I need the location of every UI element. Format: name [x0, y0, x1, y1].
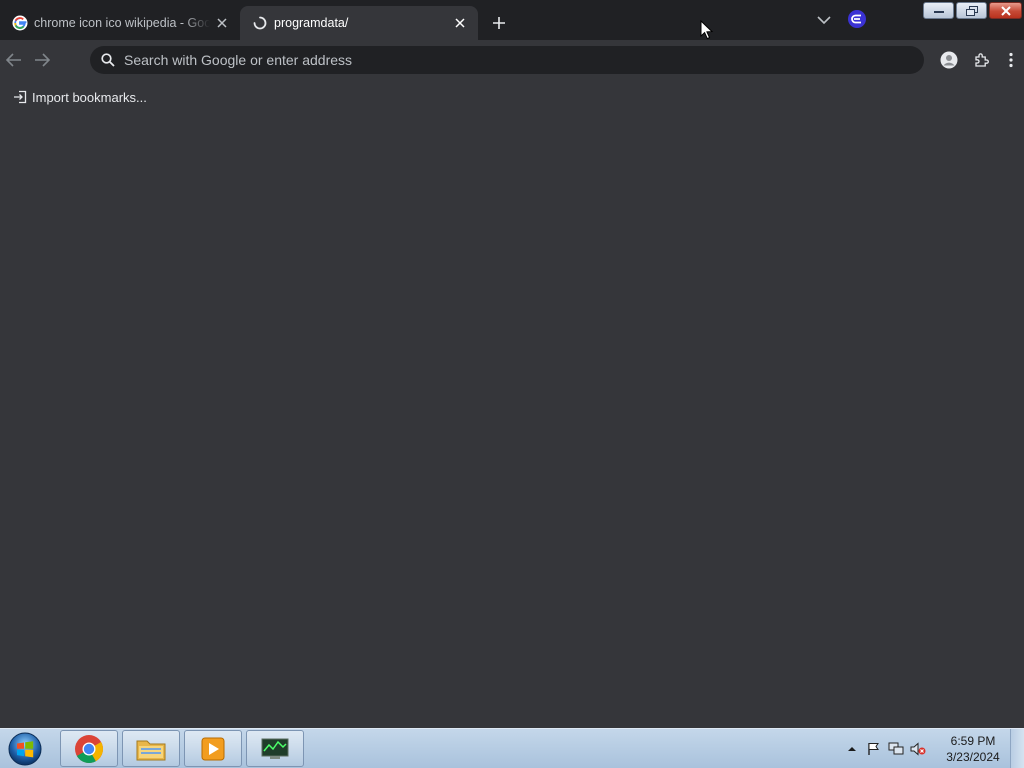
- more-vert-icon: [1009, 52, 1013, 68]
- mouse-cursor-icon: [700, 20, 714, 40]
- windows-orb-icon: [8, 732, 42, 766]
- clock-time: 6:59 PM: [950, 734, 996, 748]
- arrow-left-icon: [6, 53, 21, 67]
- taskbar-clock[interactable]: 6:59 PM 3/23/2024: [940, 733, 1006, 765]
- file-explorer-icon: [136, 740, 166, 760]
- tab-programdata[interactable]: programdata/: [240, 6, 478, 40]
- close-icon: [1000, 5, 1011, 16]
- profile-button[interactable]: [939, 50, 959, 70]
- close-tab-icon[interactable]: [452, 15, 468, 31]
- search-icon: [100, 52, 116, 68]
- import-bookmarks-link[interactable]: Import bookmarks...: [12, 89, 147, 105]
- media-player-icon: [201, 737, 225, 760]
- import-icon: [12, 89, 28, 105]
- taskbar-network-monitor[interactable]: [246, 730, 304, 767]
- restore-button[interactable]: [956, 2, 987, 19]
- windows-taskbar: 6:59 PM 3/23/2024: [0, 728, 1024, 768]
- chrome-icon: [75, 734, 103, 763]
- start-button[interactable]: [4, 730, 46, 768]
- minimize-icon: [933, 10, 944, 13]
- import-bookmarks-label: Import bookmarks...: [32, 89, 147, 105]
- show-desktop-button[interactable]: [1010, 729, 1024, 768]
- extensions-button[interactable]: [972, 50, 992, 70]
- tab-search-button[interactable]: [814, 10, 834, 30]
- taskbar-chrome[interactable]: [60, 730, 118, 767]
- action-center-flag-icon[interactable]: [866, 741, 882, 757]
- app-logo-icon[interactable]: [848, 10, 866, 28]
- taskbar-file-explorer[interactable]: [122, 730, 180, 767]
- address-bar[interactable]: [90, 46, 924, 74]
- google-g-icon: [12, 15, 28, 31]
- tab-title: programdata/: [274, 16, 349, 30]
- tab-title: chrome icon ico wikipedia - Google Searc…: [34, 16, 210, 30]
- plus-icon: [493, 17, 505, 29]
- clock-date: 3/23/2024: [946, 750, 1000, 764]
- menu-button[interactable]: [1001, 50, 1021, 70]
- avatar-icon: [940, 51, 958, 69]
- new-tab-button[interactable]: [488, 12, 510, 34]
- network-monitor-icon: [261, 738, 289, 759]
- forward-button[interactable]: [31, 49, 53, 71]
- close-window-button[interactable]: [989, 2, 1022, 19]
- show-hidden-icons-icon[interactable]: [844, 741, 860, 757]
- window-controls: [923, 2, 1022, 19]
- tab-google-search[interactable]: chrome icon ico wikipedia - Google Searc…: [0, 6, 240, 40]
- tab-strip: chrome icon ico wikipedia - Google Searc…: [0, 0, 1024, 40]
- close-tab-icon[interactable]: [214, 15, 230, 31]
- minimize-button[interactable]: [923, 2, 954, 19]
- puzzle-icon: [975, 53, 989, 67]
- loading-spinner-icon: [252, 15, 268, 31]
- bookmarks-bar: Import bookmarks...: [0, 84, 147, 110]
- arrow-right-icon: [35, 53, 50, 67]
- omnibox-input[interactable]: [124, 52, 924, 68]
- restore-icon: [965, 5, 978, 16]
- browser-toolbar: [0, 40, 1024, 80]
- chevron-down-icon: [817, 16, 831, 25]
- system-tray: [844, 729, 926, 768]
- network-icon[interactable]: [888, 741, 904, 757]
- volume-muted-icon[interactable]: [910, 741, 926, 757]
- taskbar-media-player[interactable]: [184, 730, 242, 767]
- back-button[interactable]: [3, 49, 25, 71]
